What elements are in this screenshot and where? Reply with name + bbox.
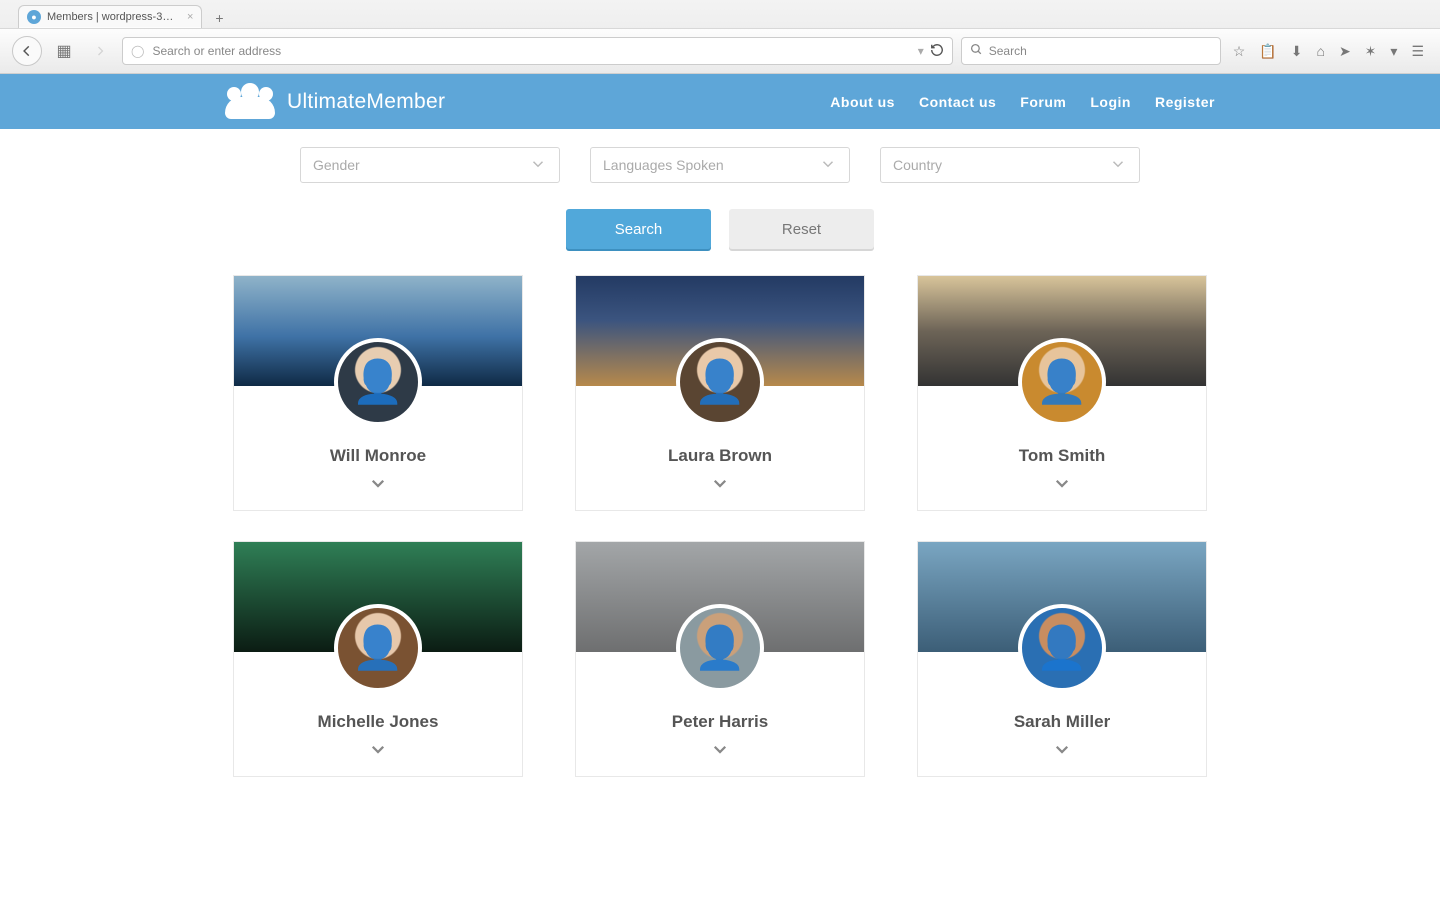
browser-tab[interactable]: ● Members | wordpress-3920... × bbox=[18, 5, 202, 28]
globe-icon: ◯ bbox=[131, 44, 144, 58]
member-card[interactable]: Michelle Jones bbox=[233, 541, 523, 777]
expand-icon[interactable] bbox=[576, 472, 864, 510]
menu-icon[interactable]: ☰ bbox=[1411, 43, 1424, 60]
back-button[interactable] bbox=[12, 36, 42, 66]
member-card[interactable]: Sarah Miller bbox=[917, 541, 1207, 777]
chevron-down-icon bbox=[819, 155, 837, 176]
nav-login[interactable]: Login bbox=[1090, 94, 1131, 110]
home-icon[interactable]: ⌂ bbox=[1316, 43, 1324, 60]
avatar[interactable] bbox=[1018, 338, 1106, 426]
site-header: UltimateMember About us Contact us Forum… bbox=[0, 74, 1440, 129]
reader-icon[interactable]: ▾ bbox=[918, 44, 924, 58]
chevron-down-icon bbox=[1109, 155, 1127, 176]
tab-close-icon[interactable]: × bbox=[187, 11, 193, 23]
address-bar[interactable]: ◯ Search or enter address ▾ bbox=[122, 37, 953, 65]
tab-bar: ● Members | wordpress-3920... × + bbox=[0, 0, 1440, 28]
member-card[interactable]: Will Monroe bbox=[233, 275, 523, 511]
brand-text: UltimateMember bbox=[287, 90, 445, 114]
tab-favicon: ● bbox=[27, 10, 41, 24]
puzzle-icon[interactable]: ✶ bbox=[1365, 43, 1377, 60]
reload-icon[interactable] bbox=[930, 43, 944, 60]
url-placeholder: Search or enter address bbox=[152, 44, 281, 58]
member-name: Sarah Miller bbox=[918, 712, 1206, 732]
member-name: Michelle Jones bbox=[234, 712, 522, 732]
member-card[interactable]: Tom Smith bbox=[917, 275, 1207, 511]
nav-register[interactable]: Register bbox=[1155, 94, 1215, 110]
reset-button[interactable]: Reset bbox=[729, 209, 874, 249]
toolbar-icons: ☆ 📋 ⬇ ⌂ ➤ ✶ ▾ ☰ bbox=[1229, 43, 1428, 60]
brand-logo-icon bbox=[225, 85, 275, 119]
member-name: Will Monroe bbox=[234, 446, 522, 466]
browser-search[interactable]: Search bbox=[961, 37, 1221, 65]
browser-chrome: ● Members | wordpress-3920... × + ▦ ◯ Se… bbox=[0, 0, 1440, 74]
member-name: Peter Harris bbox=[576, 712, 864, 732]
member-name: Laura Brown bbox=[576, 446, 864, 466]
filter-country-label: Country bbox=[893, 157, 942, 173]
avatar[interactable] bbox=[1018, 604, 1106, 692]
downloads-icon[interactable]: ⬇ bbox=[1291, 43, 1303, 60]
filter-gender-label: Gender bbox=[313, 157, 360, 173]
filter-gender[interactable]: Gender bbox=[300, 147, 560, 183]
search-icon bbox=[970, 43, 983, 59]
forward-button[interactable] bbox=[86, 37, 114, 65]
send-icon[interactable]: ➤ bbox=[1339, 43, 1351, 60]
nav-contact[interactable]: Contact us bbox=[919, 94, 996, 110]
avatar[interactable] bbox=[676, 604, 764, 692]
member-card[interactable]: Laura Brown bbox=[575, 275, 865, 511]
tab-title: Members | wordpress-3920... bbox=[47, 11, 177, 23]
nav-about[interactable]: About us bbox=[830, 94, 895, 110]
clipboard-icon[interactable]: 📋 bbox=[1259, 43, 1276, 60]
avatar[interactable] bbox=[334, 338, 422, 426]
chevron-down-icon bbox=[529, 155, 547, 176]
filters-row: Gender Languages Spoken Country bbox=[225, 147, 1215, 183]
filter-languages-label: Languages Spoken bbox=[603, 157, 724, 173]
new-tab-button[interactable]: + bbox=[208, 8, 230, 28]
expand-icon[interactable] bbox=[234, 472, 522, 510]
filter-actions: Search Reset bbox=[225, 209, 1215, 249]
avatar[interactable] bbox=[334, 604, 422, 692]
browser-toolbar: ▦ ◯ Search or enter address ▾ Search ☆ 📋… bbox=[0, 28, 1440, 73]
bookmark-star-icon[interactable]: ☆ bbox=[1233, 43, 1246, 60]
expand-icon[interactable] bbox=[918, 738, 1206, 776]
search-button[interactable]: Search bbox=[566, 209, 711, 249]
shield-icon[interactable]: ▦ bbox=[50, 37, 78, 65]
member-name: Tom Smith bbox=[918, 446, 1206, 466]
filter-languages[interactable]: Languages Spoken bbox=[590, 147, 850, 183]
filter-country[interactable]: Country bbox=[880, 147, 1140, 183]
main-nav: About us Contact us Forum Login Register bbox=[830, 94, 1215, 110]
expand-icon[interactable] bbox=[918, 472, 1206, 510]
search-placeholder: Search bbox=[989, 44, 1027, 58]
expand-icon[interactable] bbox=[576, 738, 864, 776]
dropdown-icon[interactable]: ▾ bbox=[1390, 43, 1397, 60]
brand[interactable]: UltimateMember bbox=[225, 85, 445, 119]
page-content: Gender Languages Spoken Country Search R… bbox=[225, 129, 1215, 817]
members-grid: Will Monroe Laura Brown Tom Smith Michel… bbox=[225, 275, 1215, 777]
expand-icon[interactable] bbox=[234, 738, 522, 776]
member-card[interactable]: Peter Harris bbox=[575, 541, 865, 777]
avatar[interactable] bbox=[676, 338, 764, 426]
nav-forum[interactable]: Forum bbox=[1020, 94, 1066, 110]
